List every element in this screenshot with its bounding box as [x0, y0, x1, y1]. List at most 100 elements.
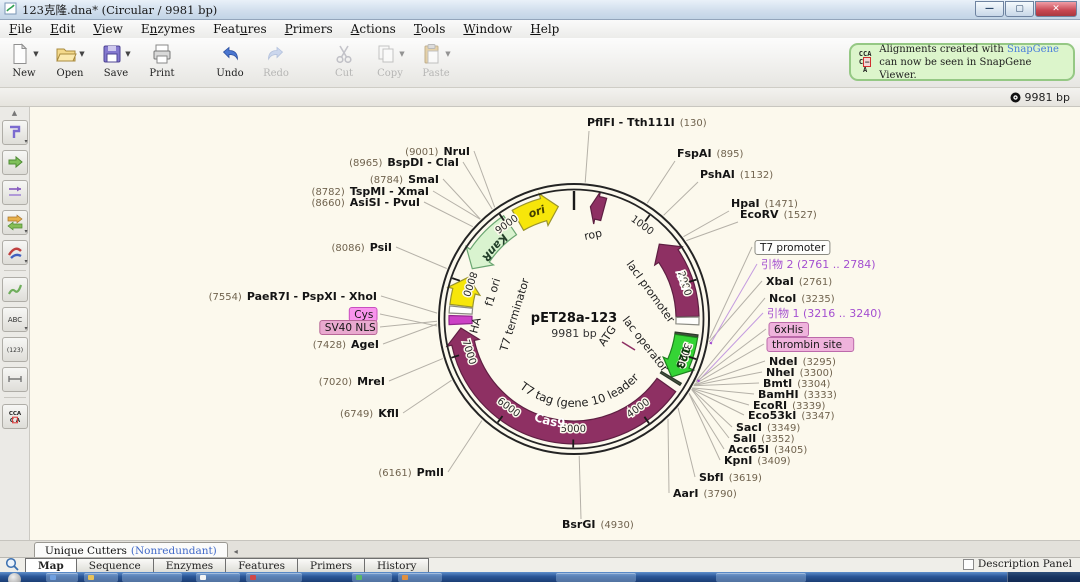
enzyme-label[interactable]: BsrGI(4930) [562, 518, 634, 531]
cut-button: Cut [322, 41, 366, 79]
feature-tag-label[interactable]: 6xHis [774, 324, 803, 336]
enzyme-label[interactable]: (7428)AgeI [313, 338, 379, 351]
primer-mark[interactable] [698, 380, 699, 382]
dropdown-arrow-icon[interactable]: ▼ [445, 50, 450, 58]
menu-file[interactable]: File [0, 21, 41, 37]
menu-tools[interactable]: Tools [405, 21, 455, 37]
primers-tool[interactable] [2, 180, 28, 205]
menu-window[interactable]: Window [454, 21, 521, 37]
numbering-tool[interactable]: (123) [2, 337, 28, 362]
enzyme-label[interactable]: PflFI - Tth111I(130) [587, 116, 707, 129]
dropdown-arrow-icon[interactable]: ▾ [24, 228, 27, 235]
enzyme-label[interactable]: (8086)PsiI [331, 241, 392, 254]
dropdown-arrow-icon[interactable]: ▾ [24, 325, 27, 332]
sequence-length: 9981 bp [1025, 91, 1070, 104]
map-label-HA: HA [467, 316, 484, 335]
dropdown-arrow-icon[interactable]: ▼ [125, 50, 130, 58]
print-button[interactable]: Print [140, 41, 184, 79]
translations-tool[interactable]: ▾ [2, 210, 28, 235]
map-canvas: 100020003000400050006000700080009000oriK… [30, 107, 1080, 540]
dropdown-arrow-icon[interactable]: ▼ [79, 50, 84, 58]
feature-rop[interactable] [590, 192, 606, 224]
enzyme-label[interactable]: (6161)PmlI [378, 466, 444, 479]
enzyme-label[interactable]: (8660)AsiSI - PvuI [312, 196, 421, 209]
tab-enzymes[interactable]: Enzymes [154, 558, 226, 573]
app-icon [4, 2, 17, 18]
taskbar-app-icon [402, 575, 408, 580]
windows-taskbar[interactable] [0, 572, 1080, 582]
collapse-arrow-icon[interactable]: ◂ [234, 547, 238, 556]
orfs-tool[interactable]: ▾ [2, 240, 28, 265]
enzyme-label[interactable]: (7554)PaeR7I - PspXI - XhoI [209, 290, 377, 303]
primer-label[interactable]: 引物 2 (2761 .. 2784) [761, 257, 876, 271]
enzyme-label[interactable]: PshAI(1132) [700, 168, 773, 181]
description-panel-checkbox[interactable] [963, 559, 974, 570]
taskbar-app-icon [250, 575, 256, 580]
menu-primers[interactable]: Primers [276, 21, 342, 37]
snapgene-notification: CCA C–A Alignments created with SnapGene… [849, 43, 1075, 81]
enzyme-label[interactable]: (7020)MreI [319, 375, 385, 388]
dropdown-arrow-icon[interactable]: ▾ [24, 138, 27, 145]
menu-edit[interactable]: Edit [41, 21, 84, 37]
primer-label[interactable]: 引物 1 (3216 .. 3240) [767, 306, 882, 320]
enzyme-label[interactable]: NcoI(3235) [769, 292, 835, 305]
undo-button[interactable]: Undo [208, 41, 252, 79]
copy-button: ▼Copy [368, 41, 412, 79]
enzyme-label[interactable]: SbfI(3619) [699, 471, 762, 484]
menu-actions[interactable]: Actions [342, 21, 405, 37]
dropdown-arrow-icon[interactable]: ▾ [24, 258, 27, 265]
enzyme-label[interactable]: (8965)BspDI - ClaI [349, 156, 459, 169]
taskbar-app-icon [356, 575, 362, 580]
enzyme-label[interactable]: (6749)KflI [340, 407, 399, 420]
labels-tool[interactable]: ABC▾ [2, 307, 28, 332]
enzyme-label[interactable]: AarI(3790) [673, 487, 737, 500]
snapgene-link[interactable]: SnapGene [1007, 44, 1059, 55]
feature-tag-label[interactable]: T7 promoter [759, 242, 826, 254]
enzymes-tool[interactable]: ▾ [2, 120, 28, 145]
menu-features[interactable]: Features [204, 21, 275, 37]
enzyme-label[interactable]: XbaI(2761) [766, 275, 832, 288]
taskbar-app-2[interactable] [122, 573, 182, 582]
features-tool[interactable] [2, 150, 28, 175]
toolbar: ▼New▼Open▼SavePrintUndoRedoCut▼Copy▼Past… [0, 38, 1080, 88]
open-button[interactable]: ▼Open [48, 41, 92, 79]
description-panel-toggle[interactable]: Description Panel [963, 558, 1072, 570]
plasmid-map[interactable]: 100020003000400050006000700080009000oriK… [30, 107, 1080, 540]
sequence-squiggle-tool[interactable] [2, 277, 28, 302]
system-tray[interactable] [1007, 572, 1080, 582]
tab-history[interactable]: History [365, 558, 429, 573]
paste-button: ▼Paste [414, 41, 458, 79]
tab-map[interactable]: Map [25, 558, 77, 573]
save-button[interactable]: ▼Save [94, 41, 138, 79]
dropdown-arrow-icon[interactable]: ▼ [399, 50, 404, 58]
title-bar: 123克隆.dna* (Circular / 9981 bp) — ▢ ✕ [0, 0, 1080, 20]
enzyme-label[interactable]: EcoRV(1527) [740, 208, 817, 221]
start-orb[interactable] [8, 573, 21, 582]
enzyme-label[interactable]: KpnI(3409) [724, 454, 791, 467]
alignment-tool[interactable]: CCAC A [2, 404, 28, 429]
scroll-up-icon[interactable]: ▲ [12, 109, 17, 117]
unique-cutters-tab[interactable]: Unique Cutters (Nonredundant) [34, 542, 228, 558]
tab-features[interactable]: Features [226, 558, 298, 573]
atg-tick [622, 342, 635, 350]
notification-text: Alignments created with SnapGene can now… [879, 43, 1067, 82]
maximize-button[interactable]: ▢ [1005, 1, 1034, 17]
feature-tag-label[interactable]: Cys [354, 309, 373, 321]
feature-tag-label[interactable]: SV40 NLS [325, 322, 376, 334]
menu-help[interactable]: Help [521, 21, 568, 37]
dropdown-arrow-icon[interactable]: ▼ [33, 50, 38, 58]
tab-sequence[interactable]: Sequence [77, 558, 154, 573]
taskbar-app-7[interactable] [556, 573, 636, 582]
ruler-tool[interactable] [2, 367, 28, 392]
new-button[interactable]: ▼New [2, 41, 46, 79]
enzyme-label[interactable]: FspAI(895) [677, 147, 744, 160]
feature-tag-label[interactable]: thrombin site [772, 339, 842, 351]
taskbar-app-icon [88, 575, 94, 580]
feature-lacI-promoter[interactable] [676, 317, 699, 325]
close-button[interactable]: ✕ [1035, 1, 1077, 17]
tab-primers[interactable]: Primers [298, 558, 365, 573]
menu-enzymes[interactable]: Enzymes [132, 21, 204, 37]
menu-view[interactable]: View [84, 21, 132, 37]
taskbar-app-8[interactable] [716, 573, 806, 582]
minimize-button[interactable]: — [975, 1, 1004, 17]
